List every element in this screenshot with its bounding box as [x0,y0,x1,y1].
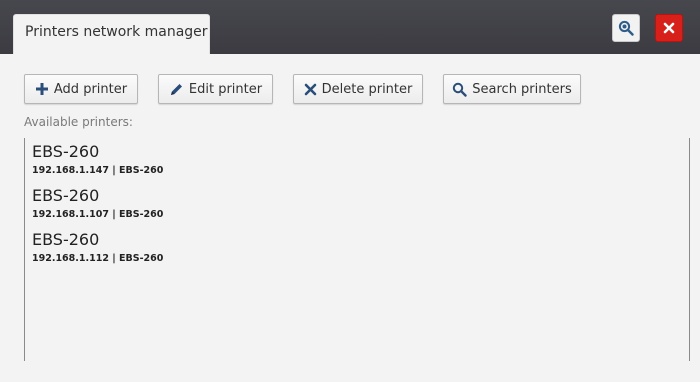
search-printers-button[interactable]: Search printers [443,74,581,104]
edit-printer-button[interactable]: Edit printer [158,74,273,104]
list-item[interactable]: EBS-260 192.168.1.107 | EBS-260 [32,186,163,222]
list-item[interactable]: EBS-260 192.168.1.112 | EBS-260 [32,230,163,266]
printer-name: EBS-260 [32,230,100,249]
pencil-icon [170,83,182,95]
edit-printer-label: Edit printer [188,81,263,97]
available-printers-label: Available printers: [24,115,133,129]
printer-name: EBS-260 [32,186,100,205]
plus-icon [35,83,48,95]
add-printer-button[interactable]: Add printer [24,74,138,104]
zoom-search-icon [618,20,634,36]
search-printers-label: Search printers [472,81,572,97]
printer-name: EBS-260 [32,142,100,161]
printer-detail: 192.168.1.147 | EBS-260 [32,165,164,176]
close-icon [663,22,675,34]
tab-printers-network-manager[interactable]: Printers network manager [13,14,210,54]
search-icon [453,82,467,97]
title-bar: Printers network manager [0,0,700,54]
add-printer-label: Add printer [53,81,128,97]
tab-title: Printers network manager [25,24,208,40]
zoom-search-button[interactable] [612,14,640,42]
printer-detail: 192.168.1.112 | EBS-260 [32,253,164,264]
printer-detail: 192.168.1.107 | EBS-260 [32,209,164,220]
printer-list[interactable]: EBS-260 192.168.1.147 | EBS-260 EBS-260 … [24,138,690,361]
list-item[interactable]: EBS-260 192.168.1.147 | EBS-260 [32,142,163,178]
delete-printer-label: Delete printer [321,81,413,97]
delete-printer-button[interactable]: Delete printer [293,74,423,104]
close-button[interactable] [655,14,683,42]
x-icon [304,83,316,95]
